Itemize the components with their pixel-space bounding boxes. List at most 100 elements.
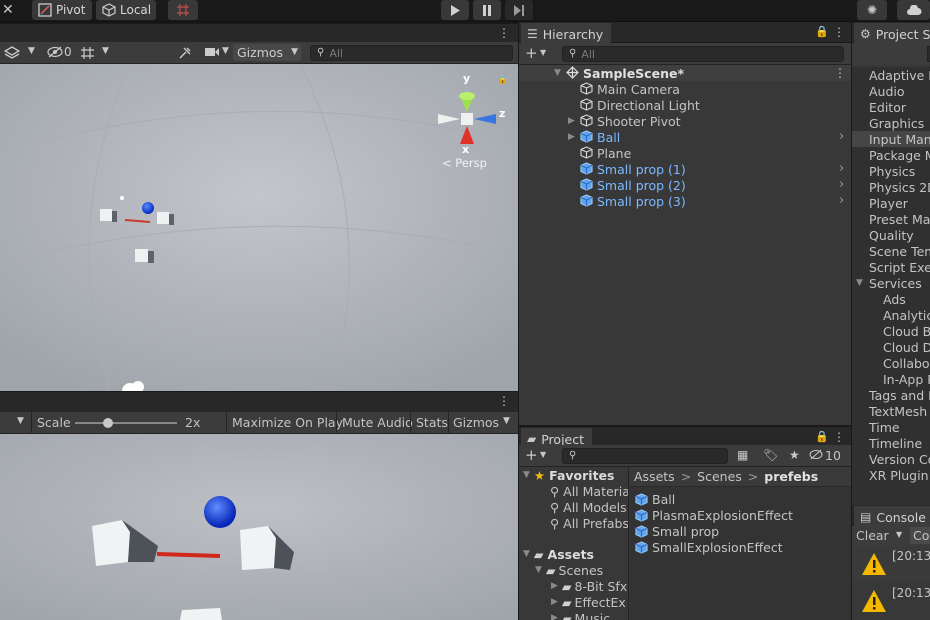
settings-item[interactable]: Collabor [852, 355, 930, 371]
mute-audio-toggle[interactable]: Mute Audio [342, 415, 413, 430]
settings-item[interactable]: Physics [852, 163, 930, 179]
hierarchy-search-input[interactable]: ⚲ All [562, 46, 844, 62]
settings-item[interactable]: Player [852, 195, 930, 211]
hierarchy-item[interactable]: Small prop (2) › [519, 177, 851, 193]
project-lock-icon[interactable]: 🔒 [815, 431, 829, 442]
project-create-plus-icon[interactable]: + [525, 448, 538, 463]
project-search-input[interactable]: ⚲ [562, 448, 728, 464]
scale-slider[interactable] [75, 418, 177, 428]
search-by-label-icon[interactable]: 🏷 [763, 449, 778, 461]
settings-item[interactable]: Version Co [852, 451, 930, 467]
settings-item[interactable]: TextMesh [852, 403, 930, 419]
settings-item[interactable]: In-App P [852, 371, 930, 387]
asset-file[interactable]: PlasmaExplosionEffect [635, 507, 793, 523]
settings-item[interactable]: Audio [852, 83, 930, 99]
scene-row[interactable]: ▼ SampleScene* ⋮ [519, 65, 851, 81]
open-prefab-icon[interactable]: › [839, 161, 844, 176]
gizmos-button[interactable]: Gizmos ▼ [233, 44, 301, 61]
favorite-item[interactable]: ⚲ All Models [550, 499, 627, 515]
favorites-star-icon[interactable]: ★ [789, 449, 800, 461]
clear-button[interactable]: Clear [856, 528, 889, 543]
grid-dropdown-icon[interactable]: ▼ [102, 47, 109, 56]
settings-item[interactable]: Editor [852, 99, 930, 115]
settings-item[interactable]: Time [852, 419, 930, 435]
settings-item[interactable]: Ads [852, 291, 930, 307]
settings-item[interactable]: Analytic [852, 307, 930, 323]
expand-icon[interactable]: ▶ [568, 116, 575, 126]
settings-item[interactable]: Tags and L [852, 387, 930, 403]
settings-item[interactable]: Physics 2D [852, 179, 930, 195]
project-create-dropdown-icon[interactable]: ▼ [540, 451, 546, 459]
settings-item[interactable]: Script Exec [852, 259, 930, 275]
console-entry[interactable]: [20:13: [852, 546, 930, 582]
maximize-on-play-toggle[interactable]: Maximize On Play [232, 415, 343, 430]
game-viewport[interactable] [0, 434, 518, 620]
game-gizmos-toggle[interactable]: Gizmos [453, 415, 499, 430]
scene-visibility-icon[interactable] [47, 46, 63, 58]
favorites-row[interactable]: ▼ ★ Favorites [519, 467, 614, 483]
hierarchy-item[interactable]: Plane [519, 145, 851, 161]
scene-viewport[interactable]: y z x < Persp 🔒 [0, 64, 518, 391]
game-gizmos-dropdown-icon[interactable]: ▼ [503, 417, 510, 426]
settings-item[interactable]: Cloud Bu [852, 323, 930, 339]
draw-mode-icon[interactable] [4, 46, 20, 59]
grid-snap-button[interactable] [168, 0, 198, 20]
project-more-icon[interactable]: ⋮ [833, 431, 845, 443]
collab-button[interactable]: ✺ [857, 0, 887, 20]
lock-icon[interactable]: 🔒 [815, 26, 829, 37]
pause-button[interactable] [473, 0, 501, 20]
breadcrumb-current[interactable]: prefebs [764, 469, 818, 484]
cloud-button[interactable] [897, 0, 930, 20]
settings-item[interactable]: Input Mana [852, 131, 930, 147]
asset-file[interactable]: SmallExplosionEffect [635, 539, 783, 555]
expand-icon[interactable]: ▶ [568, 132, 575, 142]
hierarchy-more-icon[interactable]: ⋮ [833, 26, 845, 38]
gizmo-lock-icon[interactable]: 🔒 [497, 76, 508, 85]
settings-item[interactable]: Graphics [852, 115, 930, 131]
settings-item[interactable]: Cloud Di [852, 339, 930, 355]
folder-row[interactable]: ▶ ▰ Music [551, 610, 610, 620]
open-prefab-icon[interactable]: › [839, 193, 844, 208]
more-options-icon[interactable]: ⋮ [498, 27, 510, 39]
grid-icon[interactable] [80, 46, 95, 60]
console-entry[interactable]: [20:13: [852, 583, 930, 620]
settings-item[interactable]: Quality [852, 227, 930, 243]
local-toggle[interactable]: Local [96, 0, 156, 20]
asset-file[interactable]: Small prop [635, 523, 719, 539]
collapse-button[interactable]: Co [910, 527, 930, 544]
breadcrumb-item[interactable]: Assets [634, 469, 675, 484]
favorite-item[interactable]: ⚲ All Prefabs [550, 515, 628, 531]
hierarchy-item[interactable]: Directional Light [519, 97, 851, 113]
open-prefab-icon[interactable]: › [839, 177, 844, 192]
create-dropdown-icon[interactable]: ▼ [540, 49, 546, 57]
pivot-toggle[interactable]: Pivot [32, 0, 92, 20]
folder-row[interactable]: ▶ ▰ 8-Bit Sfx [551, 578, 627, 594]
hierarchy-item[interactable]: ▶ Shooter Pivot [519, 113, 851, 129]
breadcrumb-item[interactable]: Scenes [697, 469, 742, 484]
tools-wrench-icon[interactable] [178, 46, 192, 60]
scene-expand-icon[interactable]: ▼ [554, 68, 561, 78]
hierarchy-item[interactable]: Small prop (3) › [519, 193, 851, 209]
settings-item[interactable]: Scene Tem [852, 243, 930, 259]
assets-row[interactable]: ▼ ▰ Assets [519, 546, 594, 562]
settings-item[interactable]: Package M [852, 147, 930, 163]
scene-search-input[interactable]: ⚲ All [310, 45, 513, 61]
hierarchy-item[interactable]: Small prop (1) › [519, 161, 851, 177]
scene-menu-icon[interactable]: ⋮ [834, 67, 846, 79]
scale-slider-handle[interactable] [103, 418, 113, 428]
step-button[interactable] [505, 0, 533, 20]
favorite-item[interactable]: ⚲ All Materia [550, 483, 628, 499]
hierarchy-item[interactable]: Main Camera [519, 81, 851, 97]
folder-row[interactable]: ▶ ▰ EffectEx [551, 594, 626, 610]
persp-label[interactable]: < Persp [442, 156, 487, 170]
tab-project-settings[interactable]: ⚙ Project Se [854, 23, 930, 43]
asset-file[interactable]: Ball [635, 491, 675, 507]
tab-console[interactable]: ▤ Console [854, 506, 930, 526]
folder-row[interactable]: ▼ ▰ Scenes [535, 562, 603, 578]
display-dropdown-icon[interactable]: ▼ [17, 417, 24, 426]
create-plus-icon[interactable]: + [525, 46, 538, 61]
play-button[interactable] [441, 0, 469, 20]
settings-item[interactable]: Preset Mar [852, 211, 930, 227]
tools-icon[interactable]: ✕ [2, 3, 14, 17]
tab-hierarchy[interactable]: ☰ Hierarchy [521, 23, 612, 43]
